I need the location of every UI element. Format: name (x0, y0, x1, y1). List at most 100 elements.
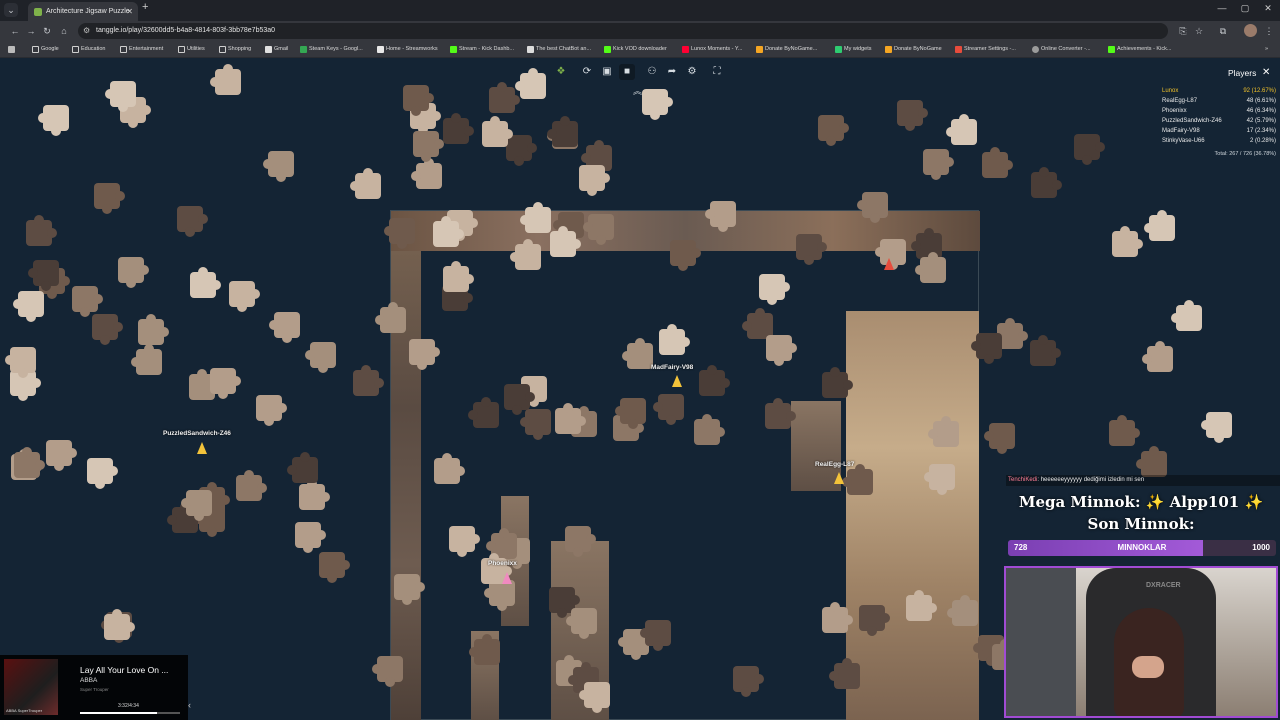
puzzle-piece[interactable] (1030, 335, 1061, 366)
puzzle-piece[interactable] (906, 590, 937, 621)
back-icon[interactable]: ← (8, 24, 22, 38)
puzzle-piece[interactable] (506, 135, 532, 161)
bookmark-shopping[interactable]: Shopping (219, 41, 251, 58)
puzzle-piece[interactable] (1074, 134, 1100, 160)
settings-icon[interactable]: ⚙ (684, 64, 700, 80)
bookmark-entertainment[interactable]: Entertainment (120, 41, 163, 58)
tab-close-icon[interactable]: ✕ (126, 2, 133, 21)
address-bar[interactable]: ⚙ tanggle.io/play/32600dd5-b4a8-4814-803… (78, 23, 1168, 39)
puzzle-piece[interactable] (87, 458, 113, 484)
background-color-icon[interactable]: ■ (619, 64, 635, 80)
puzzle-piece[interactable] (929, 464, 955, 490)
puzzle-piece[interactable] (822, 367, 853, 398)
puzzle-piece[interactable] (403, 85, 429, 111)
puzzle-piece[interactable] (1141, 451, 1167, 477)
puzzle-piece[interactable] (525, 207, 551, 233)
home-icon[interactable]: ⌂ (57, 24, 71, 38)
window-close-icon[interactable]: ✕ (1258, 3, 1278, 14)
puzzle-piece[interactable] (256, 395, 282, 421)
puzzle-piece[interactable] (110, 81, 136, 107)
puzzle-piece[interactable] (10, 347, 36, 373)
fullscreen-icon[interactable]: ⛶ (709, 64, 725, 80)
puzzle-piece[interactable] (659, 324, 690, 355)
puzzle-piece[interactable] (733, 666, 759, 692)
puzzle-piece[interactable] (952, 600, 978, 626)
puzzle-piece[interactable] (620, 398, 646, 424)
puzzle-piece[interactable] (355, 173, 381, 199)
puzzle-piece[interactable] (46, 440, 72, 466)
puzzle-piece[interactable] (550, 226, 581, 257)
puzzle-piece[interactable] (268, 151, 294, 177)
bookmark-lunox-moments[interactable]: Lunox Moments - Y... (682, 41, 742, 58)
puzzle-piece[interactable] (982, 147, 1013, 178)
tab-search-icon[interactable]: ⌄ (4, 3, 18, 17)
puzzle-piece[interactable] (897, 100, 923, 126)
puzzle-piece[interactable] (694, 414, 725, 445)
puzzle-piece[interactable] (443, 261, 474, 292)
puzzle-piece[interactable] (443, 113, 474, 144)
puzzle-piece[interactable] (434, 453, 465, 484)
puzzle-piece[interactable] (1149, 215, 1175, 241)
forward-icon[interactable]: → (24, 24, 38, 38)
puzzle-piece[interactable] (765, 398, 796, 429)
puzzle-piece[interactable] (670, 240, 696, 266)
site-info-icon[interactable]: ⚙ (83, 23, 90, 39)
puzzle-piece[interactable] (416, 163, 442, 189)
puzzle-piece[interactable] (489, 82, 520, 113)
puzzle-piece[interactable] (1147, 346, 1173, 372)
puzzle-piece[interactable] (976, 333, 1002, 359)
collapse-toolbar-icon[interactable]: ︽ (633, 84, 642, 97)
puzzle-piece[interactable] (796, 234, 822, 260)
bookmark-google[interactable]: Google (32, 41, 59, 58)
puzzle-piece[interactable] (834, 663, 860, 689)
puzzle-piece[interactable] (43, 105, 69, 131)
puzzle-piece[interactable] (474, 639, 500, 665)
bookmark-education[interactable]: Education (72, 41, 105, 58)
puzzle-piece[interactable] (571, 608, 597, 634)
puzzle-piece[interactable] (555, 403, 586, 434)
puzzle-piece[interactable] (92, 314, 118, 340)
puzzle-piece[interactable] (136, 349, 162, 375)
puzzle-piece[interactable] (18, 291, 44, 317)
puzzle-piece[interactable] (433, 216, 464, 247)
puzzle-piece[interactable] (409, 339, 435, 365)
puzzle-piece[interactable] (818, 115, 844, 141)
bookmark-kick-vod[interactable]: Kick VOD downloader (604, 41, 667, 58)
new-tab-icon[interactable]: + (142, 1, 148, 13)
puzzle-piece[interactable] (515, 244, 541, 270)
bookmark-chatbot[interactable]: The best ChatBot an... (527, 41, 591, 58)
puzzle-piece[interactable] (989, 423, 1015, 449)
puzzle-piece[interactable] (377, 656, 403, 682)
puzzle-piece[interactable] (104, 609, 135, 640)
puzzle-piece[interactable] (186, 490, 212, 516)
puzzle-piece[interactable] (951, 119, 977, 145)
puzzle-piece[interactable] (33, 260, 59, 286)
puzzle-piece[interactable] (482, 116, 513, 147)
puzzle-piece[interactable] (299, 479, 330, 510)
puzzle-piece[interactable] (72, 286, 98, 312)
puzzle-piece[interactable] (1031, 167, 1062, 198)
puzzle-piece[interactable] (759, 274, 785, 300)
more-bookmarks-icon[interactable]: » (1256, 41, 1268, 58)
bookmark-donate-1[interactable]: Donate ByNoGame... (756, 41, 817, 58)
puzzle-piece[interactable] (449, 526, 475, 552)
puzzle-piece[interactable] (210, 368, 236, 394)
puzzle-piece[interactable] (177, 206, 203, 232)
bookmark-my-widgets[interactable]: My widgets (835, 41, 872, 58)
puzzle-piece[interactable] (1109, 415, 1140, 446)
puzzle-piece[interactable] (14, 447, 45, 478)
bookmark-gmail[interactable]: Gmail (265, 41, 288, 58)
puzzle-piece[interactable] (627, 343, 653, 369)
bookmark-streamworks[interactable]: Home - Streamworks (377, 41, 438, 58)
puzzle-piece[interactable] (658, 394, 684, 420)
puzzle-piece[interactable] (525, 409, 551, 435)
puzzle-piece[interactable] (138, 314, 169, 345)
puzzle-piece[interactable] (1206, 412, 1232, 438)
puzzle-piece[interactable] (1176, 305, 1202, 331)
bookmark-achievements[interactable]: Achievements - Kick... (1108, 41, 1171, 58)
cast-icon[interactable]: ⎘ (1176, 24, 1190, 38)
puzzle-piece[interactable] (380, 307, 406, 333)
puzzle-piece[interactable] (645, 620, 671, 646)
puzzle-piece[interactable] (584, 682, 610, 708)
puzzle-piece[interactable] (292, 457, 318, 483)
